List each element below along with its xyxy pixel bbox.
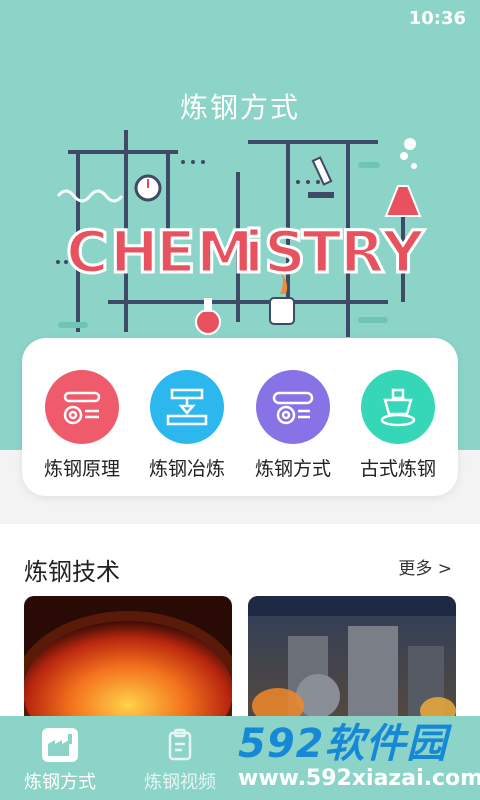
tab-label: 炼钢视频 xyxy=(144,772,216,793)
factory-icon xyxy=(42,728,78,762)
svg-text:H: H xyxy=(110,218,159,286)
smelter-icon xyxy=(361,370,435,444)
clipboard-icon xyxy=(162,728,198,762)
belt-machine-icon xyxy=(256,370,330,444)
svg-text:R: R xyxy=(340,218,385,286)
site-watermark: 592软件园 www.592xiazai.com xyxy=(238,721,480,798)
feature-menu: 炼钢原理 炼钢冶炼 炼钢方式 古式炼钢 xyxy=(22,338,458,496)
svg-text:Y: Y xyxy=(381,218,425,286)
tab-steelmaking-method[interactable]: 炼钢方式 xyxy=(0,716,120,800)
press-machine-icon xyxy=(150,370,224,444)
conveyor-gear-icon xyxy=(45,370,119,444)
watermark-brand: 592软件园 xyxy=(238,721,448,767)
tab-label: 炼钢方式 xyxy=(24,772,96,793)
menu-label: 炼钢方式 xyxy=(254,458,331,480)
more-link[interactable]: 更多 > xyxy=(398,554,452,579)
steel-plant-image[interactable] xyxy=(248,596,456,736)
svg-text:i: i xyxy=(244,218,264,286)
svg-text:S: S xyxy=(264,218,306,286)
menu-label: 炼钢冶炼 xyxy=(148,458,225,480)
page-title: 炼钢方式 xyxy=(179,91,300,124)
svg-text:T: T xyxy=(302,218,342,286)
svg-text:E: E xyxy=(156,218,196,286)
menu-item-smelting[interactable]: 炼钢冶炼 xyxy=(137,370,237,480)
menu-label: 古式炼钢 xyxy=(359,458,436,480)
status-time: 10:36 xyxy=(408,8,466,29)
menu-item-principle[interactable]: 炼钢原理 xyxy=(32,370,132,480)
menu-label: 炼钢原理 xyxy=(43,458,120,480)
menu-item-ancient[interactable]: 古式炼钢 xyxy=(348,370,448,480)
chemistry-illustration: C H E M i S T R Y xyxy=(56,130,427,337)
menu-item-method[interactable]: 炼钢方式 xyxy=(243,370,343,480)
section-title: 炼钢技术 xyxy=(24,558,120,586)
molten-furnace-image[interactable] xyxy=(24,596,232,736)
tab-steelmaking-video[interactable]: 炼钢视频 xyxy=(120,716,240,800)
watermark-url: www.592xiazai.com xyxy=(238,766,480,791)
svg-text:C: C xyxy=(66,218,109,286)
